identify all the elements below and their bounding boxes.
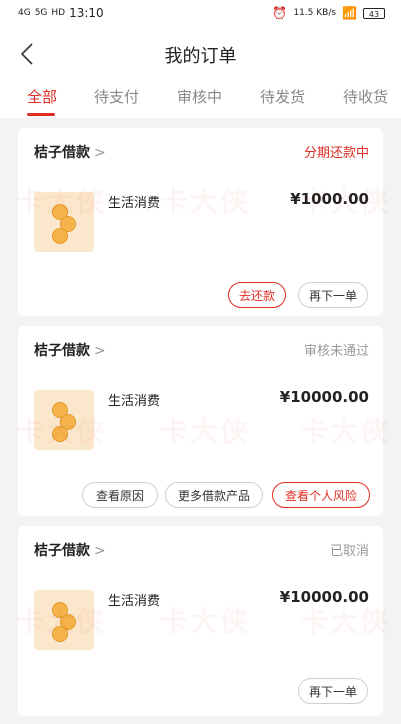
chevron-right-icon: > xyxy=(94,343,106,359)
chevron-right-icon: > xyxy=(94,145,106,161)
coin-icon xyxy=(52,228,68,244)
order-status: 分期还款中 xyxy=(303,146,369,161)
product-thumbnail xyxy=(34,590,94,650)
active-tab-indicator xyxy=(27,113,55,116)
coin-icon xyxy=(52,626,68,642)
order-status: 已取消 xyxy=(329,544,369,559)
order-card[interactable]: 桔子借款 > 已取消 生活消费 ¥10000.00 再下一单 xyxy=(18,526,383,716)
item-name: 生活消费 xyxy=(108,196,161,211)
hd-indicator: HD xyxy=(51,7,66,18)
tab-pending-shipment[interactable]: 待发货 xyxy=(260,86,305,107)
repay-button[interactable]: 去还款 xyxy=(228,282,286,308)
clock: 13:10 xyxy=(69,6,104,20)
nav-bar: 我的订单 xyxy=(0,30,401,78)
shop-label: 桔子借款 xyxy=(34,543,90,559)
battery-indicator: 43 xyxy=(363,7,385,19)
network-speed: 11.5 KB/s xyxy=(293,7,337,18)
item-name: 生活消费 xyxy=(108,394,161,409)
order-status: 审核未通过 xyxy=(303,344,369,359)
tab-under-review[interactable]: 审核中 xyxy=(177,86,222,107)
reorder-button[interactable]: 再下一单 xyxy=(298,678,368,704)
shop-name[interactable]: 桔子借款 > xyxy=(34,340,106,360)
order-card[interactable]: 桔子借款 > 分期还款中 生活消费 ¥1000.00 去还款 再下一单 xyxy=(18,128,383,316)
alarm-icon: ⏰ xyxy=(272,6,288,20)
network-5g-indicator: 5G xyxy=(34,7,48,18)
product-thumbnail xyxy=(34,390,94,450)
shop-label: 桔子借款 xyxy=(34,145,90,161)
view-personal-risk-button[interactable]: 查看个人风险 xyxy=(272,482,370,508)
item-price: ¥1000.00 xyxy=(290,190,369,208)
tab-all[interactable]: 全部 xyxy=(27,86,57,107)
tab-bar: 全部 待支付 审核中 待发货 待收货 xyxy=(0,78,401,118)
reorder-button[interactable]: 再下一单 xyxy=(298,282,368,308)
tab-pending-payment[interactable]: 待支付 xyxy=(94,86,139,107)
item-price: ¥10000.00 xyxy=(279,388,369,406)
shop-name[interactable]: 桔子借款 > xyxy=(34,540,106,560)
more-loan-products-button[interactable]: 更多借款产品 xyxy=(165,482,263,508)
tab-pending-receipt[interactable]: 待收货 xyxy=(343,86,388,107)
order-card[interactable]: 桔子借款 > 审核未通过 生活消费 ¥10000.00 查看原因 更多借款产品 查… xyxy=(18,326,383,516)
product-thumbnail xyxy=(34,192,94,252)
shop-name[interactable]: 桔子借款 > xyxy=(34,142,106,162)
coin-icon xyxy=(52,426,68,442)
shop-label: 桔子借款 xyxy=(34,343,90,359)
view-reason-button[interactable]: 查看原因 xyxy=(82,482,158,508)
chevron-right-icon: > xyxy=(94,543,106,559)
page-title: 我的订单 xyxy=(164,46,237,67)
wifi-icon: 📶 xyxy=(342,6,357,20)
item-name: 生活消费 xyxy=(108,594,161,609)
status-bar: 4G 5G HD 13:10 ⏰ 11.5 KB/s 📶 43 xyxy=(0,0,401,30)
item-price: ¥10000.00 xyxy=(279,588,369,606)
network-4g-indicator: 4G xyxy=(18,7,31,18)
